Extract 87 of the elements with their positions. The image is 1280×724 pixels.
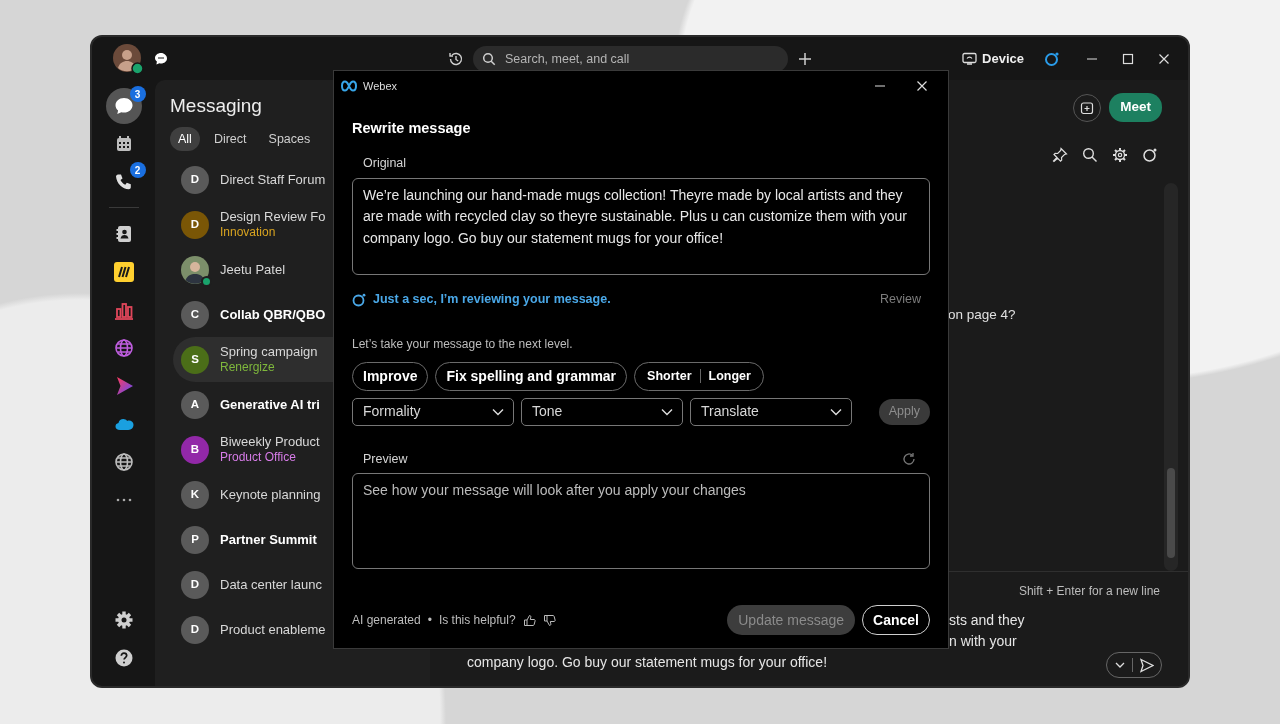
filter-tab[interactable]: Direct bbox=[205, 126, 255, 152]
chat-bubble-icon[interactable] bbox=[154, 51, 168, 66]
cancel-button[interactable]: Cancel bbox=[862, 605, 930, 635]
conversation-name: Collab QBR/QBO bbox=[220, 306, 326, 323]
rewrite-option-button[interactable]: Improve bbox=[352, 361, 429, 391]
team-name: Renergize bbox=[220, 360, 276, 376]
app-tile-icon bbox=[112, 261, 135, 283]
globe-icon bbox=[113, 338, 134, 358]
count-badge: 2 bbox=[129, 162, 146, 178]
avatar: C bbox=[181, 300, 209, 329]
app-name: Webex bbox=[363, 78, 398, 94]
avatar: A bbox=[181, 390, 209, 419]
dropdown[interactable]: Formality bbox=[352, 397, 514, 426]
avatar: S bbox=[181, 345, 209, 374]
scrollbar[interactable] bbox=[1164, 183, 1178, 571]
filter-tab[interactable]: Spaces bbox=[260, 126, 319, 152]
conversation-name: Biweekly Product bbox=[220, 434, 320, 451]
conversation-name: Data center launc bbox=[220, 576, 322, 593]
search-field[interactable]: Search, meet, and call bbox=[473, 45, 788, 72]
avatar: D bbox=[181, 210, 209, 239]
panel-title: Messaging bbox=[170, 94, 263, 118]
avatar: P bbox=[181, 525, 209, 554]
status-text: Just a sec, I’m reviewing your message. bbox=[373, 291, 611, 309]
rewrite-option-button[interactable]: Fix spelling and grammar bbox=[435, 361, 628, 391]
app-logo bbox=[341, 80, 357, 92]
assistant-icon[interactable] bbox=[1142, 147, 1158, 163]
avatar: D bbox=[181, 615, 209, 644]
original-message-field[interactable]: We’re launching our hand-made mugs collection! Theyre made by local artists and they are made with recycled clay so theyre sustainable. Plus u can customize them with your company logo. Go buy our statement mugs for your office! bbox=[352, 177, 930, 275]
conversation-name: Generative AI tri bbox=[220, 396, 320, 413]
preview-field[interactable]: See how your message will look after you apply your changes bbox=[352, 473, 930, 570]
team-name: Innovation bbox=[220, 225, 277, 241]
conversation-name: Product enableme bbox=[220, 621, 326, 638]
dialog-title: Rewrite message bbox=[352, 119, 472, 138]
chat-bubble-icon bbox=[113, 96, 134, 116]
thumbs-down-icon[interactable] bbox=[542, 613, 556, 627]
refresh-icon[interactable] bbox=[902, 451, 916, 466]
feedback-question: Is this helpful? bbox=[438, 612, 516, 629]
settings-icon[interactable] bbox=[113, 610, 134, 630]
close-icon bbox=[916, 80, 928, 92]
pin-icon[interactable] bbox=[1052, 147, 1068, 163]
conversation-name: Direct Staff Forum bbox=[220, 171, 326, 188]
assistant-icon bbox=[352, 292, 366, 307]
team-name: Product Office bbox=[220, 450, 297, 466]
dropdown[interactable]: Translate bbox=[690, 397, 852, 426]
add-icon[interactable] bbox=[798, 51, 812, 66]
conversation-name: Keynote planning bbox=[220, 486, 321, 503]
avatar: D bbox=[181, 570, 209, 599]
ai-note: AI generated bbox=[352, 612, 421, 629]
avatar: B bbox=[181, 435, 209, 464]
composer-text: sts and they bbox=[949, 611, 1025, 630]
avatar bbox=[181, 255, 209, 284]
send-icon bbox=[1139, 657, 1154, 673]
conversation-name: Jeetu Patel bbox=[220, 261, 286, 278]
settings-icon[interactable] bbox=[1112, 147, 1128, 163]
separator-dot: • bbox=[427, 612, 432, 629]
length-option-button[interactable]: Shorter bbox=[639, 366, 700, 386]
field-label: Preview bbox=[363, 450, 408, 468]
phone-icon bbox=[113, 172, 134, 192]
avatar: D bbox=[181, 165, 209, 194]
conversation-name: Design Review Fo bbox=[220, 209, 326, 226]
search-icon[interactable] bbox=[1082, 147, 1098, 163]
count-badge: 3 bbox=[129, 86, 146, 102]
bar-chart-icon bbox=[113, 300, 134, 320]
hint-text: Shift + Enter for a new line bbox=[1017, 583, 1160, 600]
length-option-button[interactable]: Longer bbox=[700, 366, 759, 386]
conversation-name: Spring campaign bbox=[220, 344, 318, 361]
user-avatar[interactable] bbox=[112, 42, 144, 75]
conversation-name: Partner Summit bbox=[220, 531, 317, 548]
field-label: Original bbox=[363, 154, 408, 172]
calendar-add-icon bbox=[1080, 100, 1095, 115]
filter-tab[interactable]: All bbox=[170, 126, 200, 152]
close-icon bbox=[1158, 52, 1170, 65]
thumbs-up-icon[interactable] bbox=[522, 613, 536, 627]
avatar: K bbox=[181, 480, 209, 509]
meet-button[interactable]: Meet bbox=[1109, 93, 1162, 122]
history-icon[interactable] bbox=[448, 50, 464, 67]
help-icon[interactable] bbox=[113, 648, 134, 668]
globe-icon bbox=[113, 452, 134, 472]
dropdown[interactable]: Tone bbox=[521, 397, 683, 426]
composer-text: company logo. Go buy our statement mugs for your office! bbox=[467, 653, 828, 672]
more-icon bbox=[115, 498, 132, 502]
device-button[interactable]: Device bbox=[962, 48, 1024, 69]
message-text: on page 4? bbox=[948, 306, 1017, 324]
composer-text: n with your bbox=[949, 632, 1017, 651]
maximize-icon bbox=[1122, 52, 1134, 65]
assistant-icon[interactable] bbox=[1044, 50, 1060, 67]
screen-icon bbox=[962, 52, 978, 65]
